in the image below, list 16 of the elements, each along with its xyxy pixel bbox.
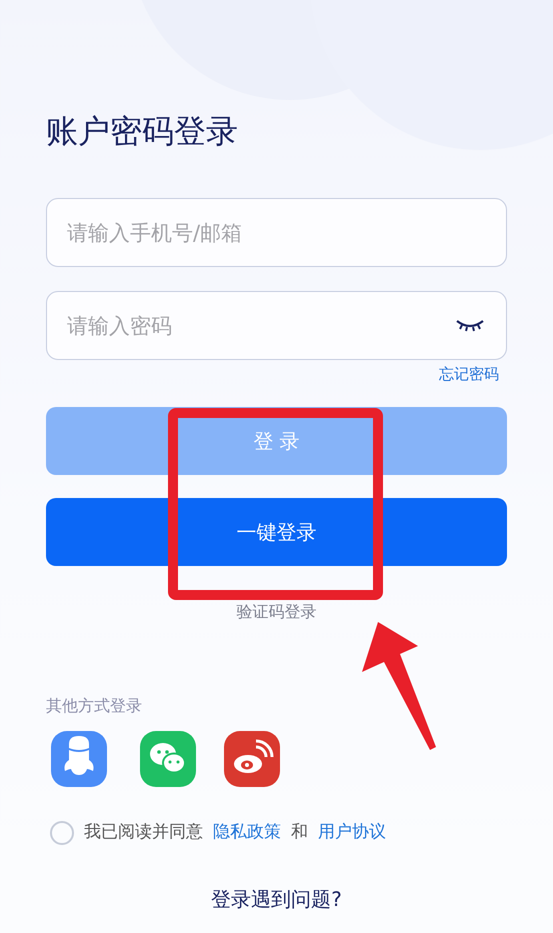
chat-bubbles-app-icon[interactable]	[140, 731, 196, 788]
other-methods-label: 其他方式登录	[46, 695, 143, 718]
one-click-login-button[interactable]: 一键登录	[46, 498, 507, 566]
password-field[interactable]: 请输入密码	[46, 291, 507, 360]
code-login-link[interactable]: 验证码登录	[236, 602, 316, 622]
agreement-text: 我已阅读并同意	[84, 821, 203, 844]
penguin-app-icon[interactable]	[51, 731, 107, 788]
user-agreement-link[interactable]: 用户协议	[318, 820, 386, 846]
agreement-text: 和	[291, 821, 308, 844]
account-field[interactable]: 请输入手机号/邮箱	[46, 198, 507, 268]
agree-checkbox[interactable]	[50, 821, 74, 846]
page-title: 账户密码登录	[46, 112, 239, 150]
eye-waves-app-icon[interactable]	[224, 731, 280, 788]
privacy-policy-link[interactable]: 隐私政策	[213, 820, 281, 846]
login-help-link[interactable]: 登录遇到问题?	[46, 884, 507, 914]
forgot-password-link[interactable]: 忘记密码	[46, 365, 499, 385]
